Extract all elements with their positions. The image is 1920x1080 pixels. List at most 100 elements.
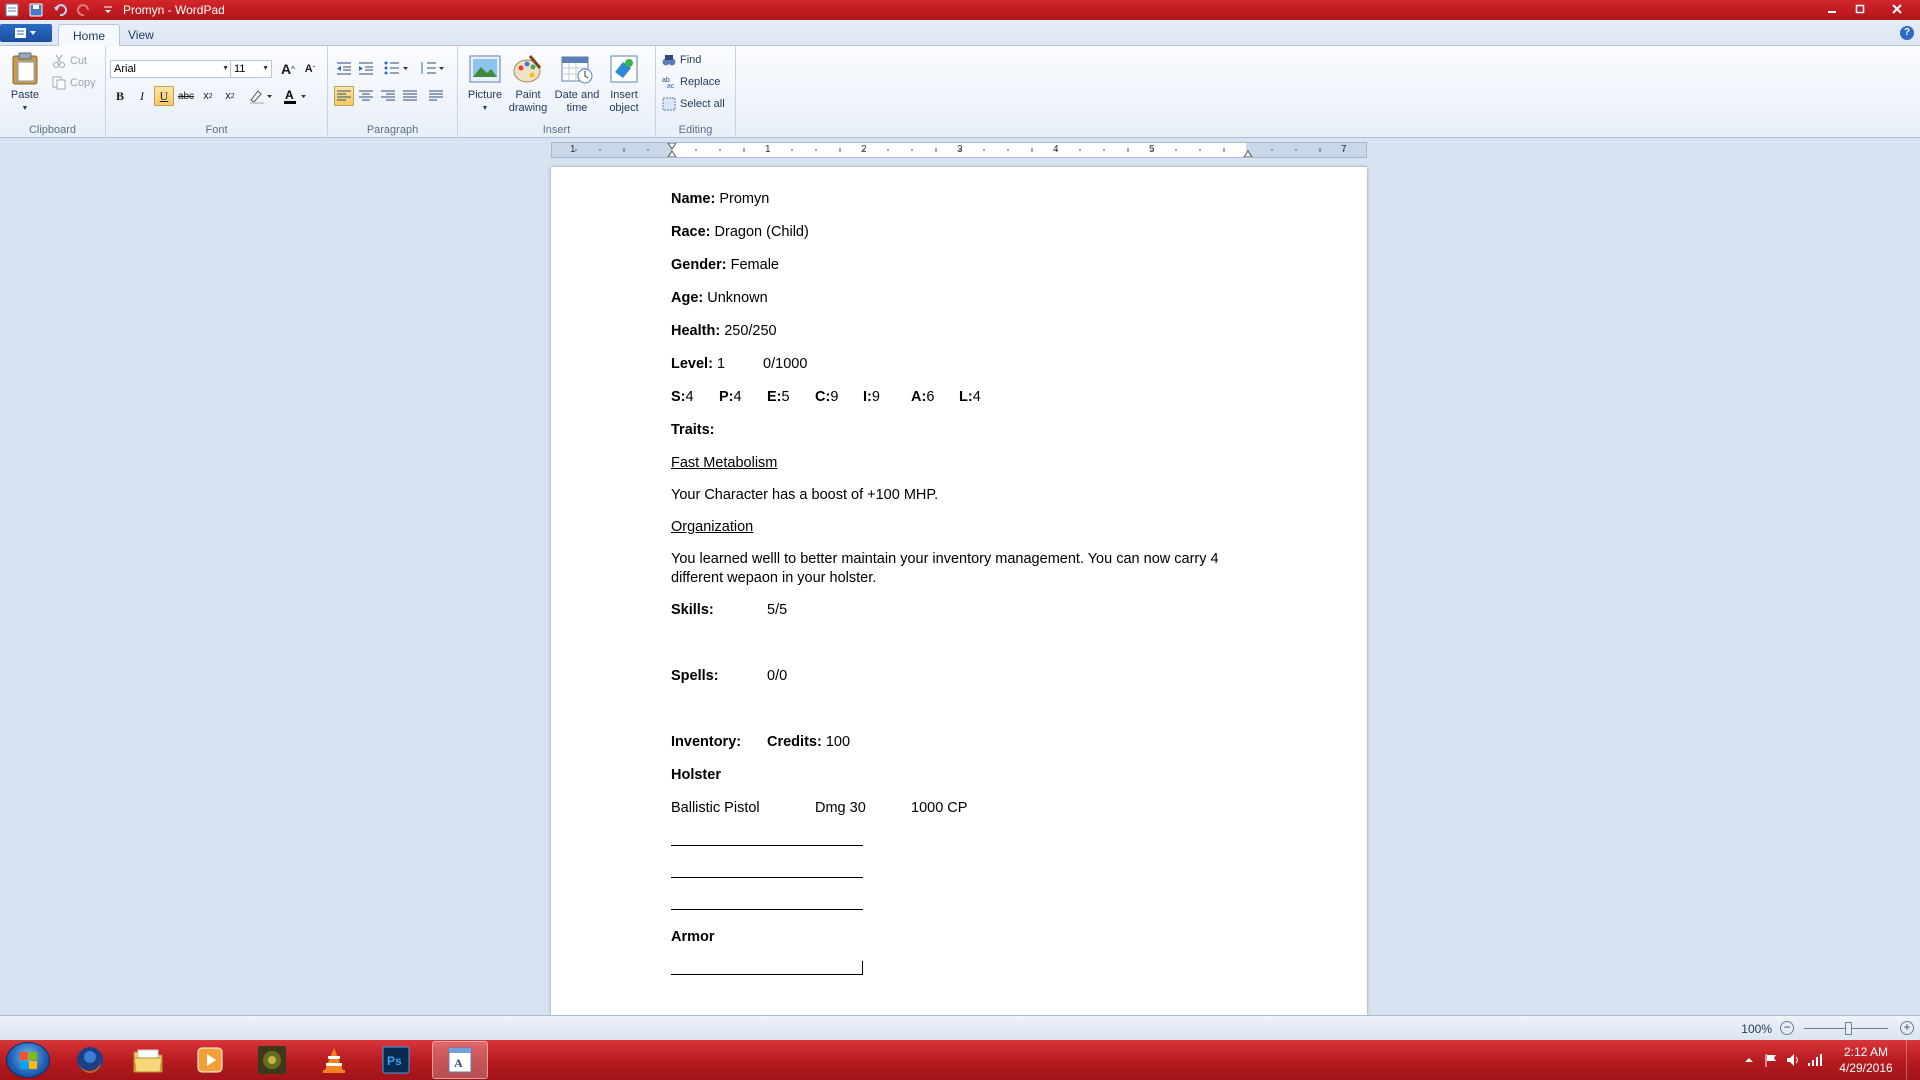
insert-object-button[interactable]: Insert object <box>604 52 644 115</box>
stat-value: 4 <box>685 389 694 405</box>
superscript-button[interactable]: x2 <box>220 86 240 106</box>
customize-toolbar-icon[interactable] <box>100 2 116 18</box>
decrease-indent-button[interactable] <box>334 58 354 78</box>
taskbar-media-player[interactable] <box>182 1041 238 1079</box>
increase-indent-button[interactable] <box>356 58 376 78</box>
zoom-level: 100% <box>1741 1022 1772 1036</box>
align-right-button[interactable] <box>378 86 398 106</box>
stat-key: C: <box>815 389 831 405</box>
grow-font-button[interactable]: A ^ <box>278 59 298 79</box>
holster-empty-slot <box>671 864 863 878</box>
title-bar: Promyn - WordPad <box>0 0 1920 20</box>
select-all-button[interactable]: Select all <box>662 95 725 113</box>
zoom-slider-thumb[interactable] <box>1845 1022 1852 1035</box>
date-time-button[interactable]: Date and time <box>554 52 600 115</box>
zoom-out-button[interactable]: − <box>1780 1021 1794 1035</box>
paste-button[interactable]: Paste ▼ <box>8 52 42 115</box>
clock[interactable]: 2:12 AM 4/29/2016 <box>1826 1044 1906 1076</box>
shrink-font-button[interactable]: Aˇ <box>300 59 320 79</box>
save-icon[interactable] <box>28 2 44 18</box>
skills-label: Skills: <box>671 602 714 618</box>
ruler-number: 5 <box>1149 144 1155 155</box>
minimize-button[interactable] <box>1818 0 1846 18</box>
font-size-value: 11 <box>234 63 246 75</box>
tab-view[interactable]: View <box>114 24 168 47</box>
paragraph-settings-button[interactable] <box>426 86 446 106</box>
picture-button[interactable]: Picture ▼ <box>466 52 504 115</box>
network-icon[interactable] <box>1804 1052 1826 1068</box>
armor-heading: Armor <box>671 929 715 945</box>
undo-icon[interactable] <box>52 2 68 18</box>
line-spacing-button[interactable] <box>418 58 448 78</box>
clipboard-group-label: Clipboard <box>28 124 77 136</box>
volume-icon[interactable] <box>1782 1052 1804 1068</box>
stat-key: I: <box>863 389 872 405</box>
align-left-button[interactable] <box>334 86 354 106</box>
editing-group-label: Editing <box>678 124 713 136</box>
paragraph-group: Paragraph <box>328 46 458 138</box>
level-label: Level: <box>671 356 713 372</box>
health-label: Health: <box>671 323 721 339</box>
replace-label: Replace <box>680 76 721 88</box>
find-label: Find <box>680 54 702 66</box>
copy-button[interactable]: Copy <box>52 74 96 92</box>
gender-value: Female <box>730 257 779 273</box>
subscript-button[interactable]: x2 <box>198 86 218 106</box>
maximize-button[interactable] <box>1846 0 1874 18</box>
taskbar-vlc[interactable] <box>306 1041 362 1079</box>
application-menu-button[interactable] <box>0 24 52 42</box>
insert-group-label: Insert <box>542 124 571 136</box>
cut-button[interactable]: Cut <box>52 52 87 70</box>
start-button[interactable] <box>6 1042 50 1078</box>
align-center-button[interactable] <box>356 86 376 106</box>
document-page[interactable]: Name: Promyn Race: Dragon (Child) Gender… <box>551 167 1367 1015</box>
paste-icon <box>8 52 42 86</box>
stat-value: 6 <box>926 389 935 405</box>
bold-button[interactable]: B <box>110 86 130 106</box>
action-center-flag-icon[interactable] <box>1760 1052 1782 1068</box>
insert-object-icon <box>607 52 641 86</box>
taskbar-game[interactable] <box>244 1041 300 1079</box>
font-color-button[interactable]: A <box>280 86 310 106</box>
copy-label: Copy <box>70 77 96 89</box>
taskbar-firefox[interactable] <box>62 1041 118 1079</box>
font-family-value: Arial <box>114 63 137 75</box>
justify-button[interactable] <box>400 86 420 106</box>
holster-heading: Holster <box>671 767 721 783</box>
show-hidden-icons-button[interactable] <box>1738 1055 1760 1065</box>
credits-value: 100 <box>825 734 851 750</box>
clipboard-group: Paste ▼ Cut Copy Clipboard <box>0 46 106 138</box>
paste-label: Paste <box>10 89 40 101</box>
taskbar-wordpad[interactable]: A <box>432 1041 488 1079</box>
wordpad-app-icon[interactable] <box>4 2 20 18</box>
copy-icon <box>52 76 66 90</box>
underline-button[interactable]: U <box>154 86 174 106</box>
trait-description-line2: different wepaon in your holster. <box>671 570 877 586</box>
find-button[interactable]: Find <box>662 51 701 69</box>
race-label: Race: <box>671 224 711 240</box>
trait-description: Your Character has a boost of +100 MHP. <box>671 487 939 503</box>
replace-button[interactable]: ab ac Replace <box>662 73 720 91</box>
font-size-select[interactable]: 11 ▼ <box>230 60 272 78</box>
paragraph-group-label: Paragraph <box>366 124 419 136</box>
cut-label: Cut <box>70 55 88 67</box>
bullets-button[interactable] <box>382 58 412 78</box>
close-button[interactable] <box>1874 0 1920 18</box>
highlight-color-button[interactable] <box>246 86 276 106</box>
strikethrough-button[interactable]: abc <box>176 86 196 106</box>
show-desktop-button[interactable] <box>1906 1040 1920 1080</box>
ruler-number: 1 <box>570 144 576 155</box>
paint-drawing-button[interactable]: Paint drawing <box>508 52 548 115</box>
font-family-select[interactable]: Arial ▼ <box>110 60 232 78</box>
help-icon[interactable]: ? <box>1900 26 1914 40</box>
stat-key: P: <box>719 389 734 405</box>
taskbar-explorer[interactable] <box>120 1041 176 1079</box>
ruler[interactable]: 1 1 2 3 4 5 7 <box>551 142 1367 158</box>
paint-drawing-label: Paint drawing <box>508 89 548 114</box>
redo-icon[interactable] <box>76 2 92 18</box>
italic-button[interactable]: I <box>132 86 152 106</box>
taskbar-photoshop[interactable]: Ps <box>368 1041 424 1079</box>
clock-time: 2:12 AM <box>1843 1045 1889 1059</box>
tab-home[interactable]: Home <box>58 24 121 47</box>
zoom-in-button[interactable]: + <box>1900 1021 1914 1035</box>
